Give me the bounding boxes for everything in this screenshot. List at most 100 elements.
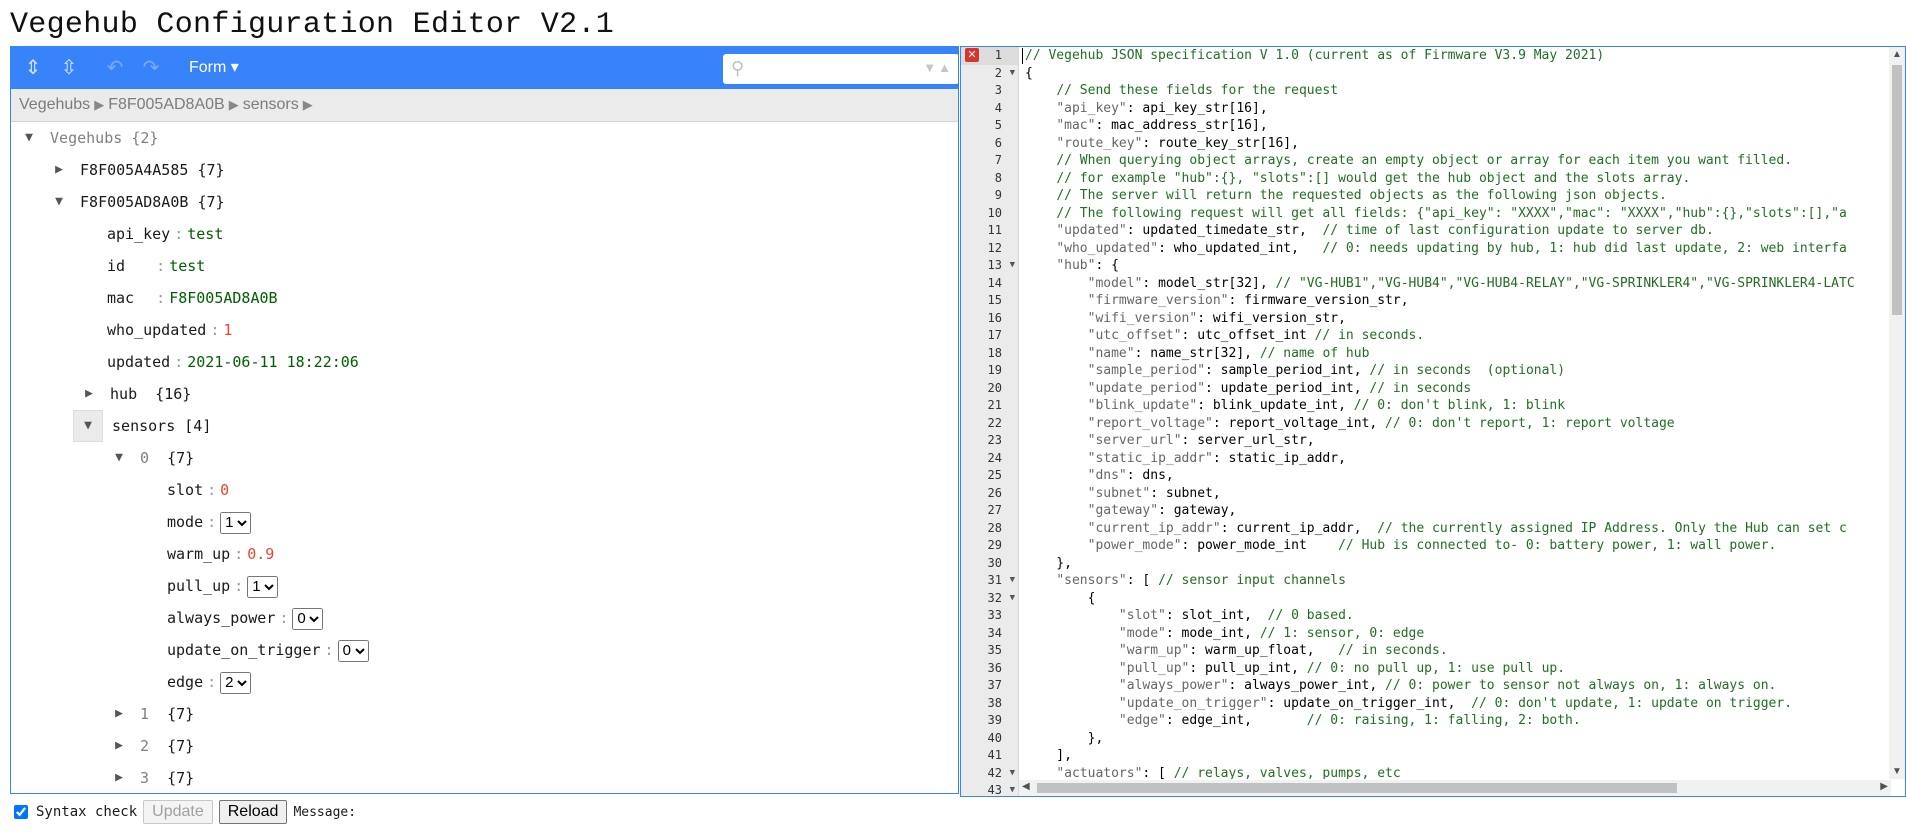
- code-line[interactable]: "current_ip_addr": current_ip_addr, // t…: [1025, 520, 1847, 538]
- code-line[interactable]: ],: [1025, 747, 1072, 765]
- tree-node-hub-b[interactable]: ▼ F8F005AD8A0B {7}: [47, 186, 224, 218]
- code-line[interactable]: "firmware_version": firmware_version_str…: [1025, 292, 1409, 310]
- code-line[interactable]: },: [1025, 730, 1104, 748]
- update-on-trigger-select[interactable]: 0: [337, 639, 369, 662]
- code-line[interactable]: {: [1025, 590, 1096, 608]
- mode-button[interactable]: Form ▾: [189, 56, 239, 80]
- search-nav-arrows[interactable]: ▼▲: [923, 60, 953, 75]
- expand-all-icon[interactable]: ⇕: [19, 55, 47, 81]
- vertical-scrollbar[interactable]: ▲ ▼: [1889, 47, 1905, 779]
- code-line[interactable]: "slot": slot_int, // 0 based.: [1025, 607, 1354, 625]
- fold-arrow-icon[interactable]: ▼: [1010, 65, 1015, 83]
- code-line[interactable]: // When querying object arrays, create a…: [1025, 152, 1792, 170]
- code-line[interactable]: "updated": updated_timedate_str, // time…: [1025, 222, 1713, 240]
- search-input[interactable]: [755, 59, 909, 79]
- field-value[interactable]: test: [169, 257, 205, 275]
- collapse-all-icon[interactable]: ⇳: [55, 55, 83, 81]
- tree-node-root[interactable]: ▼ Vegehubs {2}: [17, 122, 158, 154]
- breadcrumb-item[interactable]: sensors: [243, 96, 299, 113]
- tree-node-sensor-2[interactable]: ▶ 2 {7}: [107, 730, 194, 762]
- code-line[interactable]: "name": name_str[32], // name of hub: [1025, 345, 1370, 363]
- code-line[interactable]: "report_voltage": report_voltage_int, //…: [1025, 415, 1675, 433]
- collapse-icon[interactable]: ▼: [17, 122, 41, 150]
- expand-icon[interactable]: ▶: [47, 154, 71, 182]
- code-line[interactable]: // Vegehub JSON specification V 1.0 (cur…: [1025, 47, 1604, 65]
- reload-button[interactable]: Reload: [218, 800, 288, 824]
- scroll-down-icon[interactable]: ▼: [1892, 766, 1902, 777]
- scrollbar-thumb[interactable]: [1037, 783, 1677, 793]
- tree-node-sensor-0[interactable]: ▼ 0 {7}: [107, 442, 194, 474]
- fold-arrow-icon[interactable]: ▼: [1010, 572, 1015, 590]
- code-line[interactable]: "server_url": server_url_str,: [1025, 432, 1315, 450]
- code-line[interactable]: "sensors": [ // sensor input channels: [1025, 572, 1346, 590]
- expand-icon[interactable]: ▶: [107, 730, 131, 758]
- scroll-right-icon[interactable]: ▶: [1880, 781, 1888, 792]
- code-line[interactable]: "api_key": api_key_str[16],: [1025, 100, 1267, 118]
- tree-node-hub-a[interactable]: ▶ F8F005A4A585 {7}: [47, 154, 224, 186]
- fold-arrow-icon[interactable]: ▼: [1010, 590, 1015, 608]
- breadcrumb-item[interactable]: Vegehubs: [19, 96, 90, 113]
- breadcrumb-item[interactable]: F8F005AD8A0B: [108, 96, 225, 113]
- code-line[interactable]: "route_key": route_key_str[16],: [1025, 135, 1299, 153]
- code-line[interactable]: "wifi_version": wifi_version_str,: [1025, 310, 1346, 328]
- code-line[interactable]: "blink_update": blink_update_int, // 0: …: [1025, 397, 1565, 415]
- edge-select[interactable]: 2: [220, 671, 252, 694]
- update-button[interactable]: Update: [143, 800, 213, 824]
- code-line[interactable]: // Send these fields for the request: [1025, 82, 1338, 100]
- code-line[interactable]: "power_mode": power_mode_int // Hub is c…: [1025, 537, 1777, 555]
- always-power-select[interactable]: 0: [292, 607, 324, 630]
- scrollbar-thumb[interactable]: [1892, 65, 1902, 315]
- field-value[interactable]: 0.9: [247, 545, 274, 563]
- code-line[interactable]: "dns": dns,: [1025, 467, 1174, 485]
- pull-up-select[interactable]: 1: [247, 575, 279, 598]
- code-line[interactable]: "always_power": always_power_int, // 0: …: [1025, 677, 1776, 695]
- collapse-icon[interactable]: ▼: [107, 442, 131, 470]
- field-value[interactable]: 1: [223, 321, 232, 339]
- code-line[interactable]: },: [1025, 555, 1072, 573]
- redo-icon[interactable]: ↷: [137, 55, 165, 81]
- field-value[interactable]: F8F005AD8A0B: [169, 289, 277, 307]
- tree-node-hub[interactable]: ▶ hub {16}: [77, 378, 191, 410]
- code-line[interactable]: {: [1025, 65, 1033, 83]
- code-line[interactable]: // for example "hub":{}, "slots":[] woul…: [1025, 170, 1690, 188]
- field-value[interactable]: 0: [220, 481, 229, 499]
- scroll-up-icon[interactable]: ▲: [1892, 49, 1902, 60]
- code-line[interactable]: "pull_up": pull_up_int, // 0: no pull up…: [1025, 660, 1565, 678]
- code-line[interactable]: "subnet": subnet,: [1025, 485, 1221, 503]
- code-line[interactable]: "actuators": [ // relays, valves, pumps,…: [1025, 765, 1400, 780]
- code-line[interactable]: // The following request will get all fi…: [1025, 205, 1847, 223]
- code-line[interactable]: "model": model_str[32], // "VG-HUB1","VG…: [1025, 275, 1855, 293]
- collapse-icon[interactable]: ▼: [73, 410, 103, 442]
- code-line[interactable]: "mode": mode_int, // 1: sensor, 0: edge: [1025, 625, 1424, 643]
- code-line[interactable]: "edge": edge_int, // 0: raising, 1: fall…: [1025, 712, 1581, 730]
- horizontal-scrollbar[interactable]: ◀ ▶: [1019, 780, 1891, 796]
- syntax-check-checkbox[interactable]: [14, 805, 28, 819]
- tree-node-sensor-1[interactable]: ▶ 1 {7}: [107, 698, 194, 730]
- tree-node-sensor-3[interactable]: ▶ 3 {7}: [107, 762, 194, 793]
- code-line[interactable]: "update_period": update_period_int, // i…: [1025, 380, 1472, 398]
- expand-icon[interactable]: ▶: [77, 378, 101, 406]
- scroll-left-icon[interactable]: ◀: [1022, 781, 1030, 792]
- code-text-area[interactable]: // Vegehub JSON specification V 1.0 (cur…: [1019, 47, 1891, 779]
- code-line[interactable]: // The server will return the requested …: [1025, 187, 1666, 205]
- collapse-icon[interactable]: ▼: [47, 186, 71, 214]
- mode-select[interactable]: 1: [220, 511, 252, 534]
- code-line[interactable]: "who_updated": who_updated_int, // 0: ne…: [1025, 240, 1847, 258]
- code-line[interactable]: "warm_up": warm_up_float, // in seconds.: [1025, 642, 1448, 660]
- code-line[interactable]: "hub": {: [1025, 257, 1119, 275]
- field-value[interactable]: 2021-06-11 18:22:06: [187, 353, 359, 371]
- field-value[interactable]: test: [187, 225, 223, 243]
- expand-icon[interactable]: ▶: [107, 762, 131, 790]
- tree-node-sensors[interactable]: ▼ sensors [4]: [73, 410, 211, 442]
- fold-arrow-icon[interactable]: ▼: [1010, 782, 1015, 796]
- fold-arrow-icon[interactable]: ▼: [1010, 765, 1015, 783]
- code-line[interactable]: "gateway": gateway,: [1025, 502, 1237, 520]
- undo-icon[interactable]: ↶: [101, 55, 129, 81]
- code-line[interactable]: "static_ip_addr": static_ip_addr,: [1025, 450, 1346, 468]
- error-icon[interactable]: ✕: [965, 48, 979, 62]
- code-line[interactable]: "sample_period": sample_period_int, // i…: [1025, 362, 1565, 380]
- expand-icon[interactable]: ▶: [107, 698, 131, 726]
- code-line[interactable]: "utc_offset": utc_offset_int // in secon…: [1025, 327, 1425, 345]
- code-line[interactable]: "mac": mac_address_str[16],: [1025, 117, 1267, 135]
- code-line[interactable]: "update_on_trigger": update_on_trigger_i…: [1025, 695, 1792, 713]
